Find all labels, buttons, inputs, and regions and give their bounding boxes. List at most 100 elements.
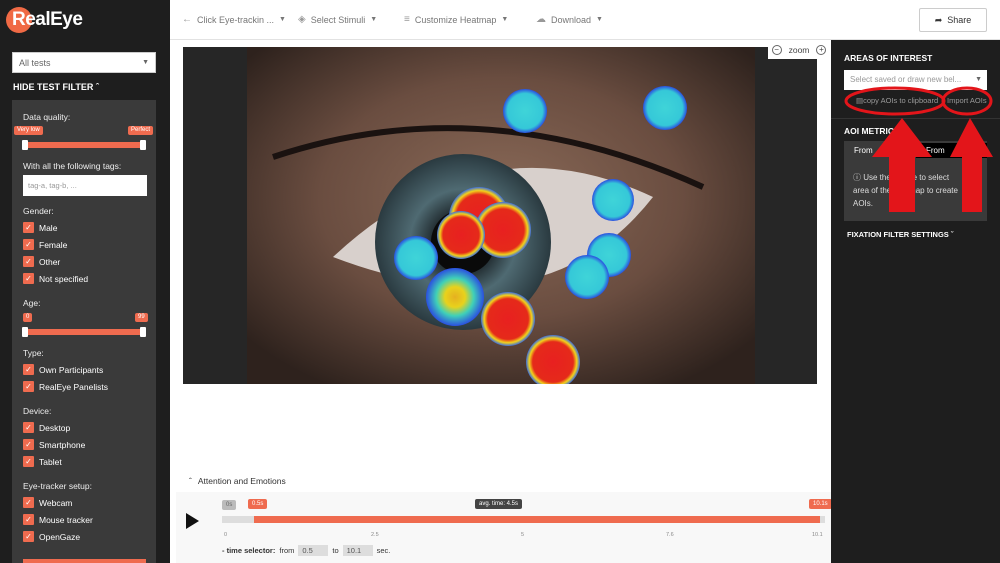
download-label: Download [551,14,592,25]
select-stimuli-label: Select Stimuli [310,14,366,25]
test-name-label: Click Eye-trackin ... [197,14,275,25]
layers-icon: ◈ [298,14,306,25]
share-button[interactable]: ➦ Share [919,8,987,32]
zoom-in-icon[interactable]: + [816,45,827,55]
apply-filter-button[interactable] [23,559,146,563]
chevron-down-icon: ▼ [142,59,149,66]
checkbox-label: OpenGaze [39,531,81,542]
device-tablet-checkbox[interactable]: ✓ Tablet [23,456,62,467]
from-input[interactable]: 0.5 [298,545,329,556]
age-label: Age: [23,298,41,308]
timeline-tick: 10.1 [812,532,823,538]
metrics-segment-left[interactable]: From [844,143,916,158]
checkbox-label: Own Participants [39,364,104,375]
check-icon: ✓ [23,497,34,508]
zoom-out-icon[interactable]: − [771,45,782,55]
hide-test-filter-toggle[interactable]: HIDE TEST FILTER ˆ [13,82,99,92]
to-label: to [332,546,339,555]
slider-handle-min[interactable] [22,140,28,150]
gender-other-checkbox[interactable]: ✓ Other [23,256,60,267]
check-icon: ✓ [23,381,34,392]
tab-label: Attention and Emotions [197,476,286,486]
check-icon: ✓ [23,531,34,542]
import-aois-link[interactable]: Import AOIs [947,96,987,105]
chevron-down-icon: ▼ [370,16,378,23]
fixation-filter-toggle[interactable]: FIXATION FILTER SETTINGS ˇ [847,230,953,239]
check-icon: ✓ [23,364,34,375]
copy-aois-label: copy AOIs to clipboard [863,96,939,105]
timeline-tick: 2.5 [371,532,379,538]
gender-female-checkbox[interactable]: ✓ Female [23,239,67,250]
to-input[interactable]: 10.1 [342,545,373,556]
customize-heatmap-button[interactable]: ≡ Customize Heatmap ▼ [404,14,508,25]
cloud-download-icon: ☁ [536,14,546,25]
age-min-tag: 0 [23,313,33,322]
device-smartphone-checkbox[interactable]: ✓ Smartphone [23,439,85,450]
setup-webcam-checkbox[interactable]: ✓ Webcam [23,497,72,508]
tab-attention-emotions[interactable]: ˆ Attention and Emotions [175,470,300,492]
slider-handle-max[interactable] [140,327,146,337]
setup-mouse-tracker-checkbox[interactable]: ✓ Mouse tracker [23,514,93,525]
type-own-participants-checkbox[interactable]: ✓ Own Participants [23,364,103,375]
filter-sidebar: All tests ▼ HIDE TEST FILTER ˆ Data qual… [0,40,170,563]
device-desktop-checkbox[interactable]: ✓ Desktop [23,422,70,433]
aoi-select-placeholder: Select saved or draw new bel... [850,75,962,84]
check-icon: ✓ [23,456,34,467]
checkbox-label: Tablet [39,456,62,467]
type-realeye-panelists-checkbox[interactable]: ✓ RealEye Panelists [23,381,108,392]
metrics-segment-right[interactable]: From [916,143,987,158]
back-icon: ← [182,14,192,25]
timeline-zero-box: 0s [222,500,237,510]
aoi-info-text-1: Use the mouse to select [863,173,950,182]
stimulus-heatmap[interactable] [183,47,817,384]
gender-label: Gender: [23,206,54,216]
check-icon: ✓ [23,422,34,433]
top-bar: RealEye ← Click Eye-trackin ... ▼ ◈ Sele… [0,0,1000,40]
tags-label: With all the following tags: [23,161,122,171]
chevron-down-icon: ▼ [279,16,286,23]
logo-area: RealEye [0,0,170,40]
age-slider[interactable] [22,327,146,337]
gender-not-specified-checkbox[interactable]: ✓ Not specified [23,273,88,284]
download-button[interactable]: ☁ Download ▼ [536,14,603,25]
checkbox-label: Not specified [39,273,89,284]
setup-opengaze-checkbox[interactable]: ✓ OpenGaze [23,531,80,542]
slider-handle-max[interactable] [140,140,146,150]
fixation-label: FIXATION FILTER SETTINGS [847,230,949,239]
zoom-control: − zoom + [768,41,830,59]
chevron-down-icon: ▼ [975,76,982,83]
timeline-end-flag: 10.1s [809,499,832,509]
info-icon: ⓘ [853,173,861,182]
tags-input[interactable]: tag-a, tag-b, ... [23,175,147,196]
timeline-selection[interactable] [254,516,820,523]
slider-handle-min[interactable] [22,327,28,337]
timeline-track[interactable] [222,516,825,523]
play-icon[interactable] [186,513,199,529]
test-name-button[interactable]: ← Click Eye-trackin ... ▼ [182,14,286,25]
data-quality-min-tag: Very low [14,126,43,135]
timeline-tick: 5 [521,532,525,538]
logo[interactable]: RealEye [12,9,83,31]
aoi-select[interactable]: Select saved or draw new bel... ▼ [844,70,987,90]
tests-select[interactable]: All tests ▼ [12,52,156,73]
checkbox-label: Smartphone [39,439,86,450]
aoi-info-text-2: area of the heatmap to create [853,186,958,195]
check-icon: ✓ [23,256,34,267]
timeline-avg-flag: avg. time: 4.5s [475,499,523,509]
check-icon: ✓ [23,222,34,233]
tests-select-value: All tests [19,58,51,68]
select-stimuli-button[interactable]: ◈ Select Stimuli ▼ [298,14,377,25]
checkbox-label: Mouse tracker [39,514,93,525]
from-label: from [279,546,295,555]
data-quality-slider[interactable] [22,140,146,150]
gender-male-checkbox[interactable]: ✓ Male [23,222,57,233]
checkbox-label: Male [39,222,58,233]
check-icon: ✓ [23,239,34,250]
aoi-panel: AREAS OF INTEREST Select saved or draw n… [831,40,1000,563]
copy-aois-link[interactable]: ▤copy AOIs to clipboard [856,96,938,105]
unit-label: sec. [376,546,391,555]
customize-heatmap-label: Customize Heatmap [414,14,497,25]
checkbox-label: Female [39,239,68,250]
timeline-panel: 0s 0.5s avg. time: 4.5s 10.1s 0 2.5 5 7.… [176,492,832,563]
timeline-tick: 0 [224,532,228,538]
